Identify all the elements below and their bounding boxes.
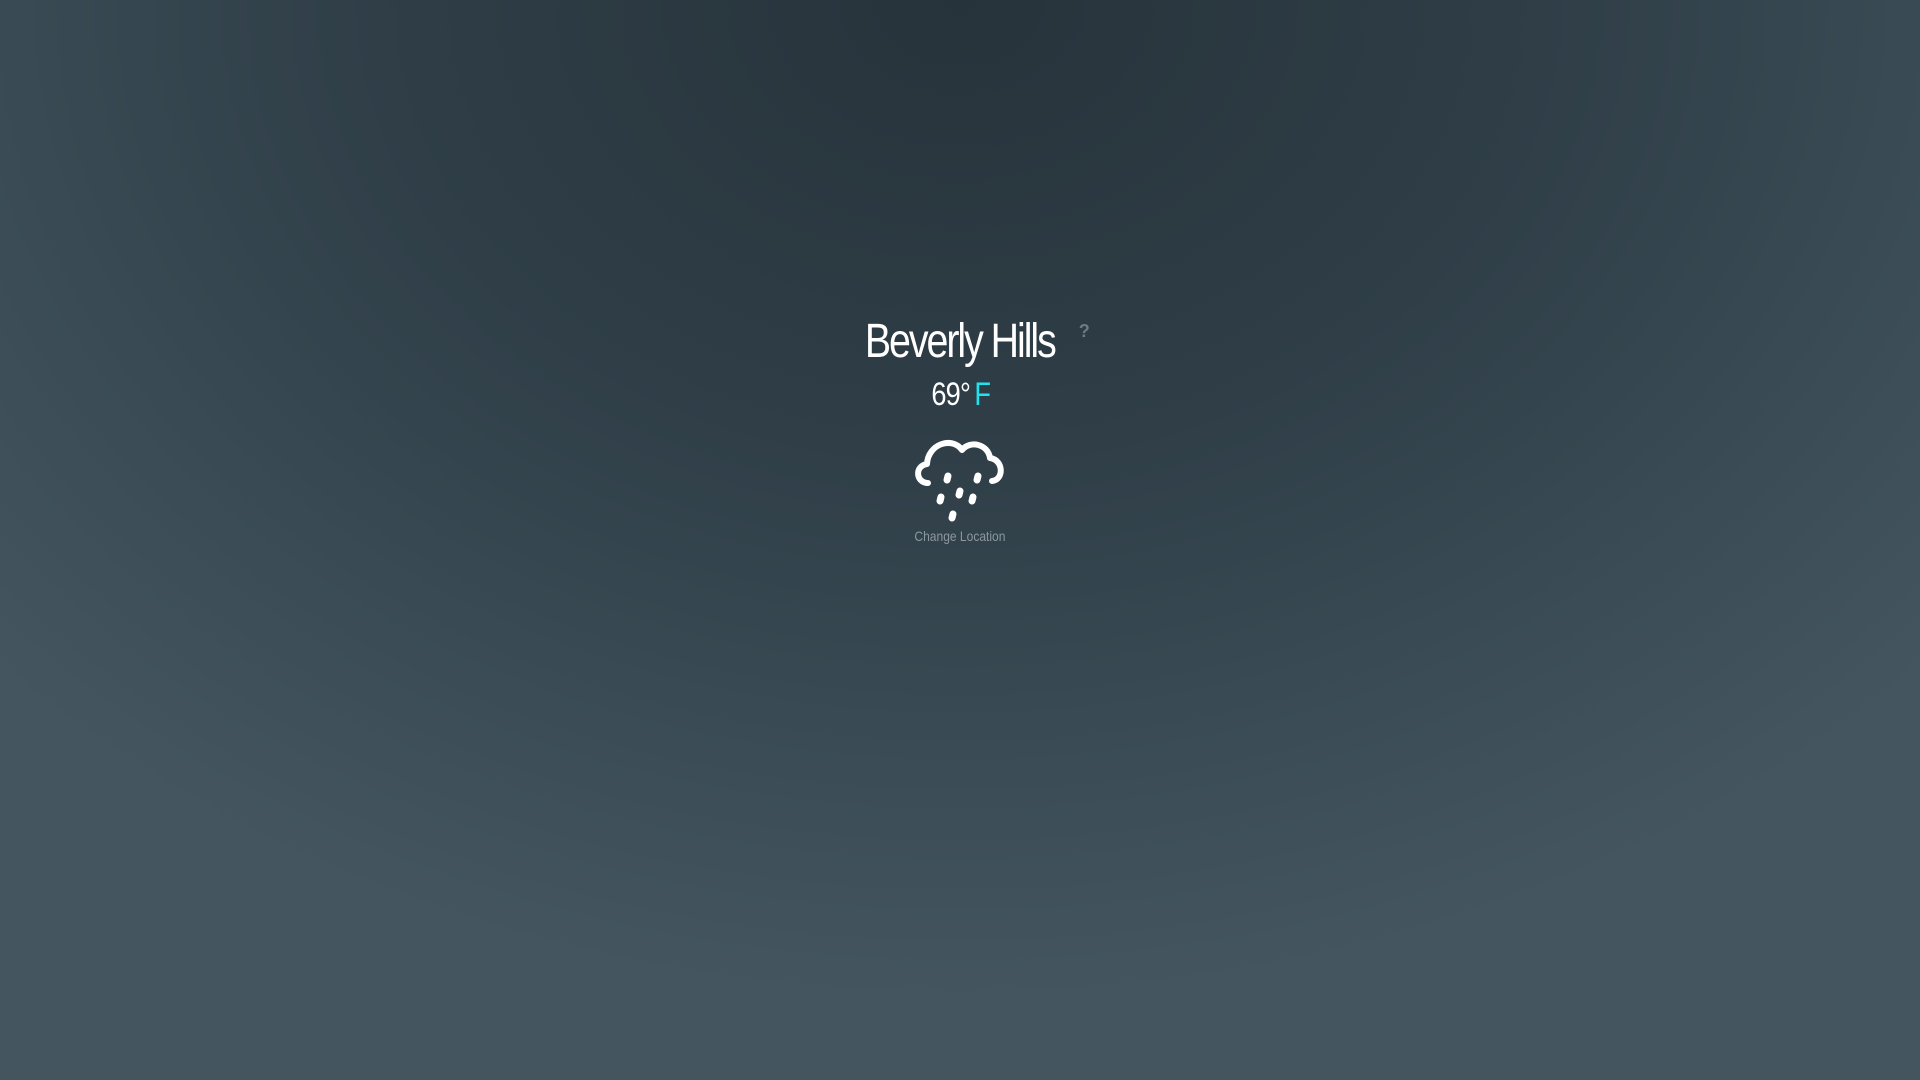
rain-cloud-icon [915,440,1004,522]
temperature-value: 69° [931,376,971,412]
city-name: Beverly Hills [865,315,1057,368]
help-icon[interactable]: ? [1079,322,1090,340]
temperature-row: 69° F [0,378,1920,410]
change-location-link[interactable]: Change Location [914,528,1005,544]
weather-icon-container [0,430,1920,524]
location-row: Beverly Hills ? [844,315,1090,368]
weather-widget: Beverly Hills ? 69° F Change Location [0,318,1920,546]
temperature-unit-toggle[interactable]: F [975,378,992,410]
